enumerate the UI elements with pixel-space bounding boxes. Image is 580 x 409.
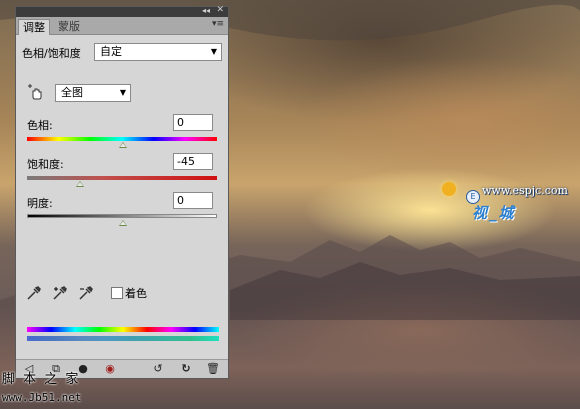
hue-slider-thumb[interactable]: [119, 142, 127, 148]
saturation-slider-track[interactable]: [27, 176, 217, 180]
close-icon[interactable]: ✕: [216, 5, 224, 15]
watermark-logo: E www.espjc.com 视_城: [434, 178, 574, 238]
reset-icon[interactable]: ↻: [179, 362, 193, 376]
saturation-label: 饱和度:: [27, 158, 64, 171]
lightness-label: 明度:: [27, 197, 53, 210]
collapse-icon[interactable]: ◂◂: [202, 6, 210, 15]
channel-select[interactable]: 全图 ▼: [55, 84, 131, 102]
watermark-url: www.espjc.com: [482, 184, 568, 197]
saturation-slider-thumb[interactable]: [76, 181, 84, 187]
input-color-bar: [27, 327, 219, 332]
channel-value: 全图: [61, 86, 83, 99]
adjustments-panel: ◂◂ ✕ 调整 蒙版 ▾≡ 色相/饱和度 自定 ▼ 全图 ▼ 色相: 0 饱和度…: [15, 5, 229, 379]
tab-masks[interactable]: 蒙版: [54, 19, 84, 34]
panel-tabbar: 调整 蒙版 ▾≡: [16, 17, 228, 35]
colorize-checkbox[interactable]: [111, 287, 123, 299]
preset-select[interactable]: 自定 ▼: [94, 43, 222, 61]
view-previous-icon[interactable]: ↺: [151, 362, 165, 376]
panel-titlebar: ◂◂ ✕: [16, 5, 228, 17]
colorize-label: 着色: [125, 287, 147, 300]
sun-icon: [442, 182, 456, 196]
lightness-slider-thumb[interactable]: [119, 220, 127, 226]
saturation-input[interactable]: -45: [173, 153, 213, 170]
tab-adjustments[interactable]: 调整: [18, 19, 50, 35]
lightness-slider-track[interactable]: [27, 214, 217, 218]
lightness-input[interactable]: 0: [173, 192, 213, 209]
adjustment-title: 色相/饱和度: [22, 47, 81, 60]
panel-menu-icon[interactable]: ▾≡: [212, 19, 224, 29]
eyedropper-icon[interactable]: [26, 285, 42, 301]
eyedropper-plus-icon[interactable]: [52, 285, 68, 301]
chevron-down-icon: ▼: [210, 47, 217, 56]
trash-icon[interactable]: 🗑: [206, 362, 220, 376]
output-color-bar: [27, 336, 219, 341]
site-watermark-text: 脚 本 之 家: [2, 372, 81, 387]
hue-label: 色相:: [27, 119, 53, 132]
watermark-logo-text: 视_城: [472, 204, 516, 222]
chevron-down-icon: ▼: [119, 88, 126, 97]
eyedropper-minus-icon[interactable]: [78, 285, 94, 301]
site-watermark-url: www.Jb51.net: [2, 391, 82, 404]
visibility-icon[interactable]: ◉: [103, 362, 117, 376]
target-adjust-icon[interactable]: [26, 83, 44, 101]
hue-slider-track[interactable]: [27, 137, 217, 141]
preset-value: 自定: [100, 45, 122, 58]
hue-input[interactable]: 0: [173, 114, 213, 131]
